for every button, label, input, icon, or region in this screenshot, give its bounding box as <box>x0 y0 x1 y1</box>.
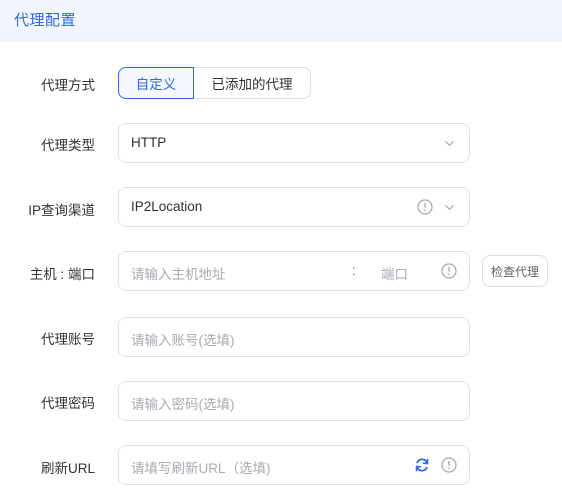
mode-label: 代理方式 <box>41 78 95 93</box>
account-input[interactable]: 请输入账号(选填) <box>118 317 470 357</box>
mode-option-added-proxy[interactable]: 已添加的代理 <box>193 67 311 99</box>
refresh-icon[interactable] <box>414 457 430 473</box>
ip-channel-value: IP2Location <box>131 199 203 214</box>
check-proxy-button[interactable]: 检查代理 <box>482 255 548 287</box>
port-input[interactable]: 端口 <box>381 263 408 283</box>
info-icon[interactable] <box>441 263 457 279</box>
ip-channel-select[interactable]: IP2Location <box>118 187 470 227</box>
host-label: 主机 : 端口 <box>29 267 95 282</box>
refresh-url-label: 刷新URL <box>40 461 95 476</box>
panel-header: 代理配置 <box>0 0 562 42</box>
chevron-down-icon <box>445 141 454 146</box>
refresh-url-input[interactable]: 请填写刷新URL（选填) <box>118 445 470 485</box>
info-icon[interactable] <box>417 199 433 215</box>
password-input[interactable]: 请输入密码(选填) <box>118 381 470 421</box>
password-placeholder: 请输入密码(选填) <box>131 397 235 412</box>
mode-option-custom[interactable]: 自定义 <box>118 67 194 99</box>
type-value: HTTP <box>131 135 167 150</box>
host-input[interactable]: 请输入主机地址 <box>131 263 226 283</box>
account-placeholder: 请输入账号(选填) <box>131 333 235 348</box>
info-icon[interactable] <box>441 457 457 473</box>
ip-channel-label: IP查询渠道 <box>28 203 95 218</box>
type-select[interactable]: HTTP <box>118 123 470 163</box>
page-title: 代理配置 <box>14 12 77 29</box>
host-port-field: 请输入主机地址 : 端口 <box>118 251 470 291</box>
type-label: 代理类型 <box>41 138 95 153</box>
account-label: 代理账号 <box>41 332 95 347</box>
host-port-separator: : <box>352 263 356 278</box>
password-label: 代理密码 <box>41 396 95 411</box>
refresh-url-placeholder: 请填写刷新URL（选填) <box>131 461 271 476</box>
chevron-down-icon <box>445 205 454 210</box>
